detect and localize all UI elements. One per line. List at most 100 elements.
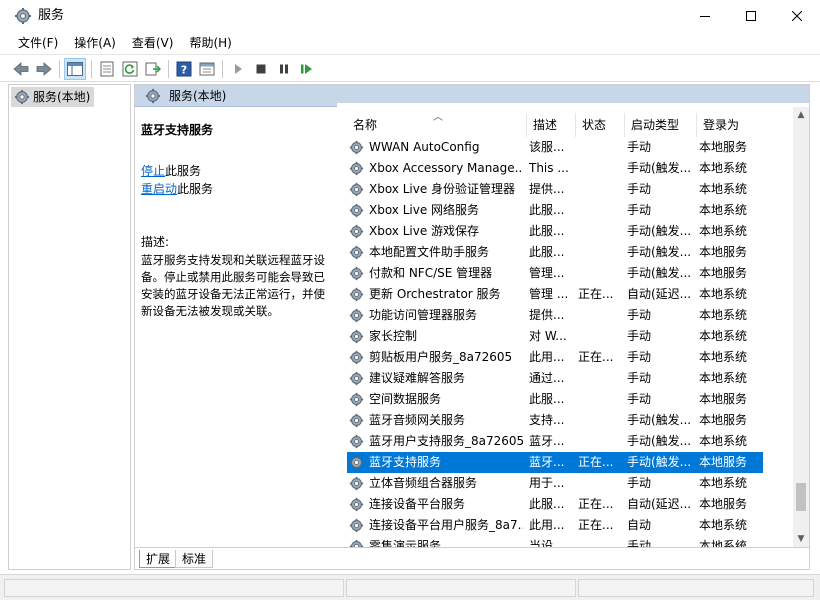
restart-link-suffix: 此服务 bbox=[177, 182, 214, 196]
service-status-cell: 正在... bbox=[578, 287, 614, 301]
scroll-up-arrow-icon[interactable]: ▲ bbox=[793, 107, 809, 123]
restart-service-link[interactable]: 重启动 bbox=[141, 182, 177, 196]
service-row[interactable]: Xbox Live 身份验证管理器 提供... 手动 本地系统 bbox=[347, 179, 763, 200]
maximize-button[interactable] bbox=[728, 0, 774, 32]
help-icon[interactable]: ? bbox=[173, 58, 195, 80]
service-status-cell: 正在... bbox=[578, 518, 614, 532]
service-startup-type-cell: 手动 bbox=[627, 182, 652, 196]
scroll-down-arrow-icon[interactable]: ▼ bbox=[793, 531, 809, 547]
service-name-text: 更新 Orchestrator 服务 bbox=[369, 287, 501, 301]
stop-service-link[interactable]: 停止 bbox=[141, 164, 165, 178]
service-row[interactable]: 蓝牙音频网关服务 支持... 手动(触发... 本地服务 bbox=[347, 410, 763, 431]
close-button[interactable] bbox=[774, 0, 820, 32]
scrollbar-thumb[interactable] bbox=[796, 483, 806, 511]
show-tree-icon[interactable] bbox=[64, 58, 86, 80]
service-row[interactable]: 建议疑难解答服务 通过... 手动 本地系统 bbox=[347, 368, 763, 389]
service-startup-type-cell: 自动(延迟... bbox=[627, 497, 692, 511]
service-name-cell: Xbox Live 网络服务 bbox=[347, 200, 523, 221]
service-row[interactable]: 连接设备平台服务 此服... 正在... 自动(延迟... 本地服务 bbox=[347, 494, 763, 515]
service-status-cell bbox=[578, 179, 626, 200]
service-name-cell: 功能访问管理器服务 bbox=[347, 305, 523, 326]
status-segment bbox=[4, 579, 344, 597]
start-service-icon[interactable] bbox=[227, 58, 249, 80]
service-gear-icon bbox=[349, 224, 364, 242]
service-description-cell: 此服... bbox=[529, 497, 565, 511]
tab-standard[interactable]: 标准 bbox=[175, 550, 214, 568]
service-gear-icon bbox=[349, 518, 364, 536]
service-description-cell: 蓝牙... bbox=[529, 455, 565, 469]
pane-header-title: 服务(本地) bbox=[169, 89, 227, 103]
service-logon-cell: 本地系统 bbox=[699, 287, 748, 301]
column-header-logon-as[interactable]: 登录为 bbox=[697, 113, 759, 137]
restart-service-icon[interactable] bbox=[296, 58, 318, 80]
forward-arrow-icon[interactable] bbox=[33, 58, 55, 80]
service-name-cell: 立体音频组合器服务 bbox=[347, 473, 523, 494]
service-row[interactable]: 剪贴板用户服务_8a72605 此用... 正在... 手动 本地系统 bbox=[347, 347, 763, 368]
service-name-cell: 剪贴板用户服务_8a72605 bbox=[347, 347, 523, 368]
service-status-cell bbox=[578, 200, 626, 221]
service-row[interactable]: 家长控制 对 W... 手动 本地系统 bbox=[347, 326, 763, 347]
service-name-cell: 蓝牙支持服务 bbox=[347, 452, 523, 473]
menu-action[interactable]: 操作(A) bbox=[66, 33, 124, 53]
column-header-description[interactable]: 描述 bbox=[527, 113, 576, 137]
service-row[interactable]: 更新 Orchestrator 服务 管理 ... 正在... 自动(延迟... 本地系… bbox=[347, 284, 763, 305]
service-logon-cell: 本地系统 bbox=[699, 182, 748, 196]
minimize-button[interactable] bbox=[682, 0, 728, 32]
service-startup-type-cell: 手动 bbox=[627, 350, 652, 364]
service-row[interactable]: 蓝牙支持服务 蓝牙... 正在... 手动(触发... 本地服务 bbox=[347, 452, 763, 473]
menu-file[interactable]: 文件(F) bbox=[10, 33, 66, 53]
pause-service-icon[interactable] bbox=[273, 58, 295, 80]
service-row[interactable]: 付款和 NFC/SE 管理器 管理... 手动(触发... 本地服务 bbox=[347, 263, 763, 284]
service-gear-icon bbox=[349, 539, 364, 547]
view-tabs: 扩展 标准 bbox=[135, 547, 809, 569]
service-description-cell: 通过... bbox=[529, 371, 565, 385]
tab-extended[interactable]: 扩展 bbox=[139, 550, 178, 568]
service-name-cell: 家长控制 bbox=[347, 326, 523, 347]
tree-item-services-local[interactable]: 服务(本地) bbox=[11, 87, 95, 107]
console-icon[interactable] bbox=[196, 58, 218, 80]
service-row[interactable]: 本地配置文件助手服务 此服... 手动(触发... 本地服务 bbox=[347, 242, 763, 263]
service-name-text: 付款和 NFC/SE 管理器 bbox=[369, 266, 493, 280]
menu-view[interactable]: 查看(V) bbox=[124, 33, 182, 53]
vertical-scrollbar[interactable]: ▲ ▼ bbox=[793, 107, 809, 547]
service-name-cell: Xbox Live 游戏保存 bbox=[347, 221, 523, 242]
service-startup-type-cell: 手动 bbox=[627, 371, 652, 385]
back-arrow-icon[interactable] bbox=[10, 58, 32, 80]
service-name-text: 零售演示服务 bbox=[369, 539, 442, 547]
service-status-cell bbox=[578, 158, 626, 179]
service-description-cell: 当设... bbox=[529, 539, 565, 547]
service-row[interactable]: Xbox Accessory Manage... This ... 手动(触发...… bbox=[347, 158, 763, 179]
service-logon-cell: 本地系统 bbox=[699, 224, 748, 238]
service-row[interactable]: 功能访问管理器服务 提供... 手动 本地系统 bbox=[347, 305, 763, 326]
selected-service-title: 蓝牙支持服务 bbox=[141, 123, 214, 137]
services-pane: 服务(本地) 蓝牙支持服务 停止此服务 重启动此服务 描述: 蓝牙服务支持发现和… bbox=[134, 84, 810, 570]
service-row[interactable]: Xbox Live 游戏保存 此服... 手动(触发... 本地系统 bbox=[347, 221, 763, 242]
service-logon-cell: 本地服务 bbox=[699, 266, 748, 280]
service-status-cell bbox=[578, 431, 626, 452]
service-description-cell: 对 W... bbox=[529, 329, 567, 343]
column-header-startup-type[interactable]: 启动类型 bbox=[625, 113, 697, 137]
service-row[interactable]: 零售演示服务 当设... 手动 本地系统 bbox=[347, 536, 763, 547]
status-segment bbox=[578, 579, 814, 597]
menu-help[interactable]: 帮助(H) bbox=[181, 33, 239, 53]
svg-text:?: ? bbox=[181, 64, 187, 77]
service-startup-type-cell: 手动(触发... bbox=[627, 224, 692, 238]
service-row[interactable]: 空间数据服务 此服... 手动 本地服务 bbox=[347, 389, 763, 410]
export-list-icon[interactable] bbox=[142, 58, 164, 80]
service-row[interactable]: 蓝牙用户支持服务_8a72605 蓝牙... 手动(触发... 本地系统 bbox=[347, 431, 763, 452]
service-row[interactable]: 立体音频组合器服务 用于... 手动 本地系统 bbox=[347, 473, 763, 494]
service-name-text: Xbox Live 游戏保存 bbox=[369, 224, 480, 238]
column-header-name[interactable]: 名称 bbox=[347, 113, 527, 137]
properties-icon[interactable] bbox=[96, 58, 118, 80]
service-row[interactable]: Xbox Live 网络服务 此服... 手动 本地系统 bbox=[347, 200, 763, 221]
service-row[interactable]: WWAN AutoConfig 该服... 手动 本地服务 bbox=[347, 137, 763, 158]
service-description-cell: 此服... bbox=[529, 224, 565, 238]
stop-service-icon[interactable] bbox=[250, 58, 272, 80]
column-header-status[interactable]: 状态 bbox=[576, 113, 625, 137]
service-gear-icon bbox=[349, 287, 364, 305]
refresh-icon[interactable] bbox=[119, 58, 141, 80]
service-status-cell bbox=[578, 242, 626, 263]
status-segment bbox=[346, 579, 576, 597]
service-status-cell: 正在... bbox=[578, 497, 614, 511]
service-row[interactable]: 连接设备平台用户服务_8a7... 此用... 正在... 自动 本地系统 bbox=[347, 515, 763, 536]
